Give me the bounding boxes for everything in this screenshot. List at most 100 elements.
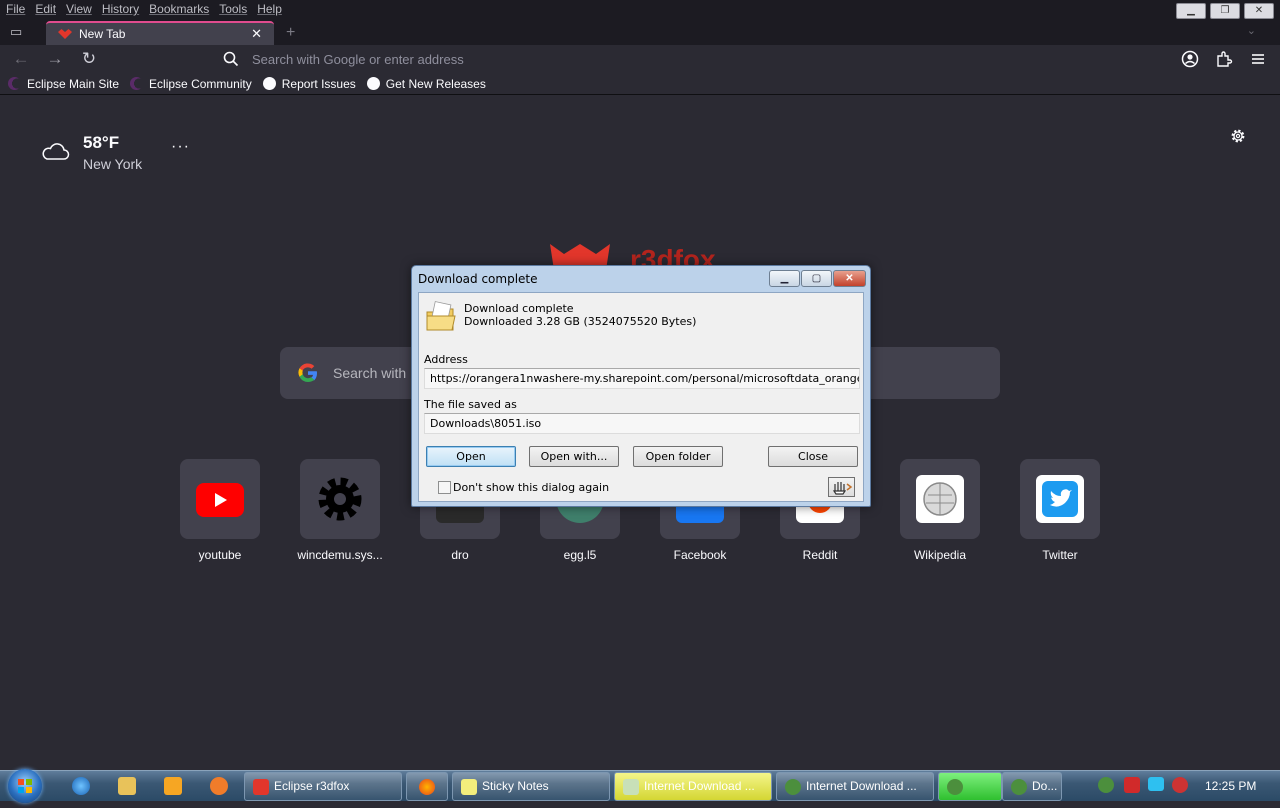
main-search-placeholder: Search with xyxy=(333,365,407,381)
dont-show-again-checkbox[interactable] xyxy=(438,481,451,494)
back-arrow-icon[interactable]: ← xyxy=(12,50,30,68)
menu-file[interactable]: File xyxy=(6,2,25,19)
open-button[interactable]: Open xyxy=(426,446,516,467)
reload-icon[interactable]: ↻ xyxy=(80,50,98,68)
weather-options-icon[interactable]: ··· xyxy=(171,138,190,156)
new-tab-plus-icon[interactable]: + xyxy=(286,24,295,42)
navigation-toolbar: ← → ↻ Search with Google or enter addres… xyxy=(0,45,1280,73)
shortcut-label: Facebook xyxy=(673,548,727,562)
tab-overflow-chevron-icon[interactable]: ⌄ xyxy=(1247,24,1256,37)
firefox-icon xyxy=(419,779,435,795)
download-complete-dialog: Download complete ▁ ▢ ✕ Download complet… xyxy=(411,265,871,507)
saved-as-field[interactable]: Downloads\8051.iso xyxy=(424,413,860,434)
weather-city: New York xyxy=(83,156,143,172)
dialog-minimize-button[interactable]: ▁ xyxy=(769,270,800,287)
shortcut-label: Twitter xyxy=(1042,548,1078,562)
forward-arrow-icon[interactable]: → xyxy=(46,50,64,68)
eclipse-icon xyxy=(8,77,21,90)
address-field[interactable]: https://orangera1nwashere-my.sharepoint.… xyxy=(424,368,860,389)
task-firefox[interactable] xyxy=(406,772,448,801)
bookmark-eclipse-main-site[interactable]: Eclipse Main Site xyxy=(8,73,119,94)
drag-hand-icon[interactable] xyxy=(828,477,855,497)
internet-explorer-icon[interactable] xyxy=(72,777,90,795)
task-internet-download-manager[interactable]: Internet Download ... xyxy=(776,772,934,801)
file-explorer-icon[interactable] xyxy=(118,777,136,795)
address-label: Address xyxy=(424,353,468,366)
close-button[interactable]: Close xyxy=(768,446,858,467)
shortcut-youtube[interactable] xyxy=(180,459,260,539)
bookmark-eclipse-community[interactable]: Eclipse Community xyxy=(130,73,252,94)
shortcut-label: Reddit xyxy=(802,548,838,562)
menu-tools[interactable]: Tools xyxy=(219,2,247,19)
task-download-progress[interactable] xyxy=(938,772,1002,801)
shortcut-label: youtube xyxy=(198,548,242,562)
tab-title: New Tab xyxy=(79,27,126,41)
cloud-icon xyxy=(42,143,70,160)
shortcut-wincdemu[interactable] xyxy=(300,459,380,539)
extensions-icon[interactable] xyxy=(1215,50,1233,68)
menu-help[interactable]: Help xyxy=(257,2,282,19)
start-button[interactable] xyxy=(8,769,42,803)
dialog-maximize-button[interactable]: ▢ xyxy=(801,270,832,287)
gear-icon xyxy=(318,477,362,521)
bookmark-get-new-releases[interactable]: Get New Releases xyxy=(366,73,486,94)
paint-icon[interactable] xyxy=(210,777,228,795)
download-folder-icon xyxy=(426,301,456,331)
taskbar-clock: 12:25 PM xyxy=(1205,779,1257,793)
close-window-button[interactable]: ✕ xyxy=(1244,3,1274,19)
task-label: Sticky Notes xyxy=(482,779,549,793)
r3dfox-tab-icon xyxy=(58,29,72,39)
bookmark-label: Eclipse Community xyxy=(149,76,252,91)
open-folder-button[interactable]: Open folder xyxy=(633,446,723,467)
download-heading: Download complete xyxy=(464,302,574,315)
menu-history[interactable]: History xyxy=(102,2,139,19)
address-value: https://orangera1nwashere-my.sharepoint.… xyxy=(430,372,859,385)
menu-bookmarks[interactable]: Bookmarks xyxy=(149,2,209,19)
task-sticky-notes[interactable]: Sticky Notes xyxy=(452,772,610,801)
globe-download-icon xyxy=(785,779,801,795)
task-eclipse-r3dfox[interactable]: Eclipse r3dfox xyxy=(244,772,402,801)
wikipedia-icon xyxy=(916,475,964,523)
search-icon xyxy=(223,51,239,67)
dialog-body: Download complete Downloaded 3.28 GB (35… xyxy=(418,292,864,502)
download-size-detail: Downloaded 3.28 GB (3524075520 Bytes) xyxy=(464,315,697,328)
google-icon xyxy=(298,363,317,383)
download-manager-icon xyxy=(623,779,639,795)
globe-download-icon xyxy=(1011,779,1027,795)
twitter-icon xyxy=(1036,475,1084,523)
shortcut-twitter[interactable] xyxy=(1020,459,1100,539)
open-with-button[interactable]: Open with... xyxy=(529,446,619,467)
tray-network-icon[interactable] xyxy=(1148,777,1164,791)
dialog-close-x-button[interactable]: ✕ xyxy=(833,270,866,287)
bookmark-report-issues[interactable]: Report Issues xyxy=(262,73,356,94)
task-label: Internet Download ... xyxy=(644,779,755,793)
tray-volume-icon[interactable] xyxy=(1172,777,1188,793)
bookmark-label: Eclipse Main Site xyxy=(27,76,120,91)
tab-new-tab[interactable]: New Tab ✕ xyxy=(46,21,274,47)
shortcut-wikipedia[interactable] xyxy=(900,459,980,539)
shortcut-label: wincdemu.sys... xyxy=(297,548,383,562)
media-player-icon[interactable] xyxy=(164,777,182,795)
dont-show-again-label: Don't show this dialog again xyxy=(453,481,610,494)
task-download[interactable]: Do... xyxy=(1002,772,1062,801)
sticky-notes-icon xyxy=(461,779,477,795)
tray-flag-icon[interactable] xyxy=(1124,777,1140,793)
github-icon xyxy=(366,77,380,90)
menu-view[interactable]: View xyxy=(66,2,92,19)
minimize-button[interactable]: ▁ xyxy=(1176,3,1206,19)
globe-download-icon xyxy=(947,779,963,795)
hamburger-menu-icon[interactable] xyxy=(1249,50,1267,68)
task-internet-download-manager-active[interactable]: Internet Download ... xyxy=(614,772,772,801)
tray-download-icon[interactable] xyxy=(1098,777,1114,793)
url-input[interactable]: Search with Google or enter address xyxy=(252,52,464,67)
restore-button[interactable]: ❐ xyxy=(1210,3,1240,19)
shortcut-label: dro xyxy=(451,548,469,562)
menu-bar: File Edit View History Bookmarks Tools H… xyxy=(6,2,292,19)
tab-close-icon[interactable]: ✕ xyxy=(251,26,262,42)
tab-list-icon[interactable]: ▭ xyxy=(10,25,28,39)
account-icon[interactable] xyxy=(1181,50,1199,68)
bookmark-label: Report Issues xyxy=(281,76,356,91)
github-icon xyxy=(262,77,276,90)
menu-edit[interactable]: Edit xyxy=(35,2,56,19)
gear-icon[interactable] xyxy=(1229,127,1247,145)
